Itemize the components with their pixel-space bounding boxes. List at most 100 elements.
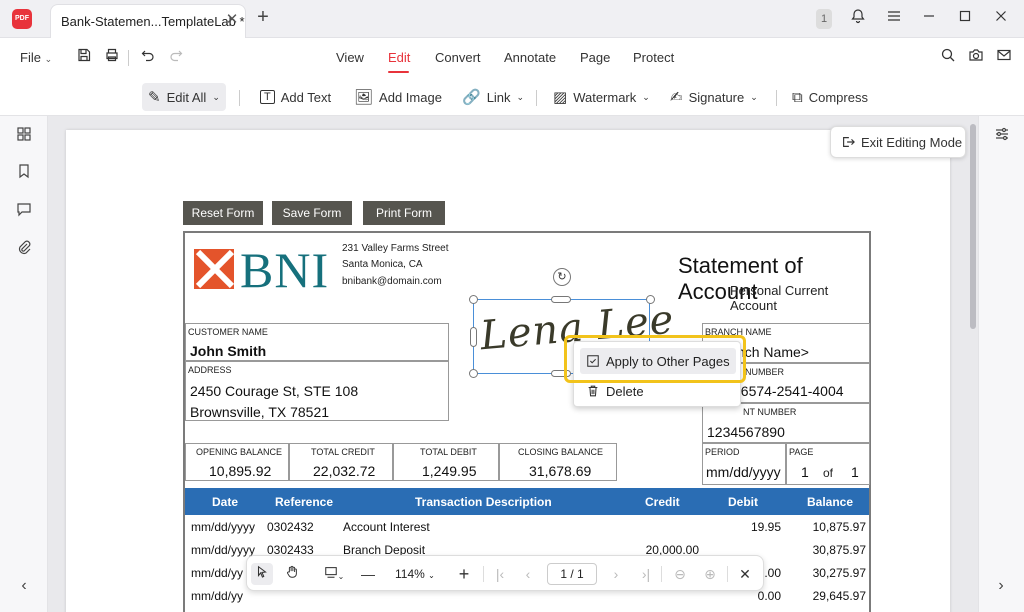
trash-icon bbox=[588, 385, 598, 397]
page-label: PAGE bbox=[789, 447, 814, 457]
resize-handle[interactable] bbox=[469, 295, 478, 304]
total-debit-value: 1,249.95 bbox=[422, 463, 477, 479]
vertical-scrollbar[interactable] bbox=[968, 116, 978, 612]
watermark-button[interactable]: ▨ Watermark ⌄ bbox=[547, 83, 656, 111]
account-number-value: 1234567890 bbox=[707, 424, 785, 440]
maximize-window-icon[interactable] bbox=[954, 8, 976, 30]
rotate-handle-icon[interactable]: ↻ bbox=[553, 268, 571, 286]
total-credit-label: TOTAL CREDIT bbox=[311, 447, 375, 457]
table-cell-debit: 0.00 bbox=[757, 589, 781, 603]
close-window-icon[interactable] bbox=[990, 8, 1012, 30]
first-page-icon[interactable]: |‹ bbox=[489, 563, 511, 585]
table-cell-debit: 19.95 bbox=[750, 520, 781, 534]
column-header-debit: Debit bbox=[728, 495, 758, 509]
left-sidebar: ‹ bbox=[0, 116, 48, 612]
transactions-table-header: Date Reference Transaction Description C… bbox=[185, 488, 869, 515]
chevron-right-icon[interactable]: › bbox=[991, 576, 1011, 596]
comment-icon[interactable] bbox=[13, 201, 35, 223]
link-button[interactable]: 🔗 Link ⌄ bbox=[456, 83, 530, 111]
bell-icon[interactable] bbox=[847, 8, 869, 30]
minimize-window-icon[interactable] bbox=[918, 8, 940, 30]
thumbnails-icon[interactable] bbox=[13, 126, 35, 148]
total-debit-field[interactable]: TOTAL DEBIT 1,249.95 bbox=[393, 443, 499, 481]
customer-address-line1: 2450 Courage St, STE 108 bbox=[190, 383, 359, 399]
chevron-left-icon[interactable]: ‹ bbox=[14, 576, 34, 596]
resize-handle[interactable] bbox=[551, 296, 571, 303]
period-field[interactable]: PERIOD mm/dd/yyyy bbox=[702, 443, 786, 485]
menu-view[interactable]: View bbox=[336, 50, 364, 65]
link-icon: 🔗 bbox=[462, 89, 481, 106]
page-number-field[interactable]: PAGE 1 of 1 bbox=[786, 443, 870, 485]
file-menu-label: File bbox=[20, 50, 41, 65]
add-text-button[interactable]: T Add Text bbox=[254, 83, 337, 111]
bookmark-icon[interactable] bbox=[13, 163, 35, 185]
resize-handle[interactable] bbox=[470, 327, 477, 347]
table-cell-desc: Account Interest bbox=[343, 520, 430, 534]
print-icon[interactable] bbox=[101, 47, 123, 69]
menu-annotate[interactable]: Annotate bbox=[504, 50, 556, 65]
add-text-label: Add Text bbox=[280, 89, 332, 105]
scrollbar-thumb[interactable] bbox=[970, 124, 976, 329]
pencil-icon: ✎ bbox=[148, 89, 161, 106]
menu-edit[interactable]: Edit bbox=[388, 50, 410, 65]
compress-button[interactable]: ⧉ Compress bbox=[786, 83, 874, 111]
edit-all-button[interactable]: ✎ Edit All ⌄ bbox=[142, 83, 226, 111]
attachment-icon[interactable] bbox=[13, 239, 35, 261]
hamburger-menu-icon[interactable] bbox=[883, 8, 905, 30]
menu-protect[interactable]: Protect bbox=[633, 50, 674, 65]
next-page-icon[interactable]: › bbox=[605, 563, 627, 585]
zoom-out-button[interactable]: — bbox=[357, 563, 379, 585]
zoom-in-button[interactable]: + bbox=[453, 563, 475, 585]
total-debit-label: TOTAL DEBIT bbox=[420, 447, 477, 457]
statement-subtitle: Personal Current Account bbox=[730, 283, 829, 313]
tab-close-icon[interactable]: ✕ bbox=[223, 11, 241, 29]
back-view-icon[interactable]: ⊖ bbox=[669, 563, 691, 585]
redo-icon[interactable] bbox=[165, 47, 187, 69]
search-icon[interactable] bbox=[937, 47, 959, 69]
table-cell-balance: 30,875.97 bbox=[812, 543, 866, 557]
add-image-button[interactable]: 🖼 Add Image bbox=[348, 83, 448, 111]
properties-panel-icon[interactable] bbox=[991, 126, 1013, 148]
edit-toolbar: ✎ Edit All ⌄ T Add Text 🖼 Add Image 🔗 Li… bbox=[0, 78, 1024, 116]
file-menu[interactable]: File ⌄ bbox=[20, 50, 52, 65]
customer-name-label: CUSTOMER NAME bbox=[188, 327, 268, 337]
hand-tool-icon[interactable] bbox=[281, 563, 303, 585]
forward-view-icon[interactable]: ⊕ bbox=[699, 563, 721, 585]
last-page-icon[interactable]: ›| bbox=[635, 563, 657, 585]
close-toolbar-icon[interactable]: ✕ bbox=[734, 563, 756, 585]
account-number-field[interactable]: NT NUMBER 1234567890 bbox=[702, 403, 870, 443]
resize-handle[interactable] bbox=[469, 369, 478, 378]
select-cursor-icon[interactable] bbox=[251, 563, 273, 585]
undo-icon[interactable] bbox=[137, 47, 159, 69]
save-form-button[interactable]: Save Form bbox=[272, 201, 352, 225]
exit-editing-mode-button[interactable]: Exit Editing Mode bbox=[830, 126, 966, 158]
bank-email: bnibank@domain.com bbox=[342, 276, 442, 287]
reset-form-button[interactable]: Reset Form bbox=[183, 201, 263, 225]
mail-icon[interactable] bbox=[993, 47, 1015, 69]
print-form-button[interactable]: Print Form bbox=[363, 201, 445, 225]
table-cell-date: mm/dd/yyyy bbox=[191, 543, 256, 557]
edit-all-label: Edit All bbox=[166, 89, 207, 105]
total-credit-field[interactable]: TOTAL CREDIT 22,032.72 bbox=[289, 443, 393, 481]
customer-name-field[interactable]: CUSTOMER NAME John Smith bbox=[185, 323, 449, 361]
menu-page[interactable]: Page bbox=[580, 50, 610, 65]
table-cell-balance: 10,875.97 bbox=[812, 520, 866, 534]
camera-icon[interactable] bbox=[965, 47, 987, 69]
opening-balance-field[interactable]: OPENING BALANCE 10,895.92 bbox=[185, 443, 289, 481]
previous-page-icon[interactable]: ‹ bbox=[517, 563, 539, 585]
view-mode-dropdown[interactable]: ⌄ bbox=[317, 563, 351, 585]
zoom-level-dropdown[interactable]: 114% ⌄ bbox=[395, 567, 435, 581]
image-icon: 🖼 bbox=[354, 89, 374, 106]
save-icon[interactable] bbox=[73, 47, 95, 69]
new-tab-button[interactable]: + bbox=[253, 7, 273, 27]
page-number-input[interactable]: 1 / 1 bbox=[547, 563, 597, 585]
document-tab[interactable]: Bank-Statemen...TemplateLab * ✕ bbox=[50, 4, 246, 38]
table-cell-balance: 29,645.97 bbox=[812, 589, 866, 603]
toolbar-divider bbox=[483, 566, 484, 582]
menu-convert[interactable]: Convert bbox=[435, 50, 481, 65]
customer-address-field[interactable]: ADDRESS 2450 Courage St, STE 108 Brownsv… bbox=[185, 361, 449, 421]
resize-handle[interactable] bbox=[646, 295, 655, 304]
signature-button[interactable]: ✍ Signature ⌄ bbox=[664, 83, 764, 111]
closing-balance-field[interactable]: CLOSING BALANCE 31,678.69 bbox=[499, 443, 617, 481]
chevron-down-icon: ⌄ bbox=[337, 572, 345, 581]
